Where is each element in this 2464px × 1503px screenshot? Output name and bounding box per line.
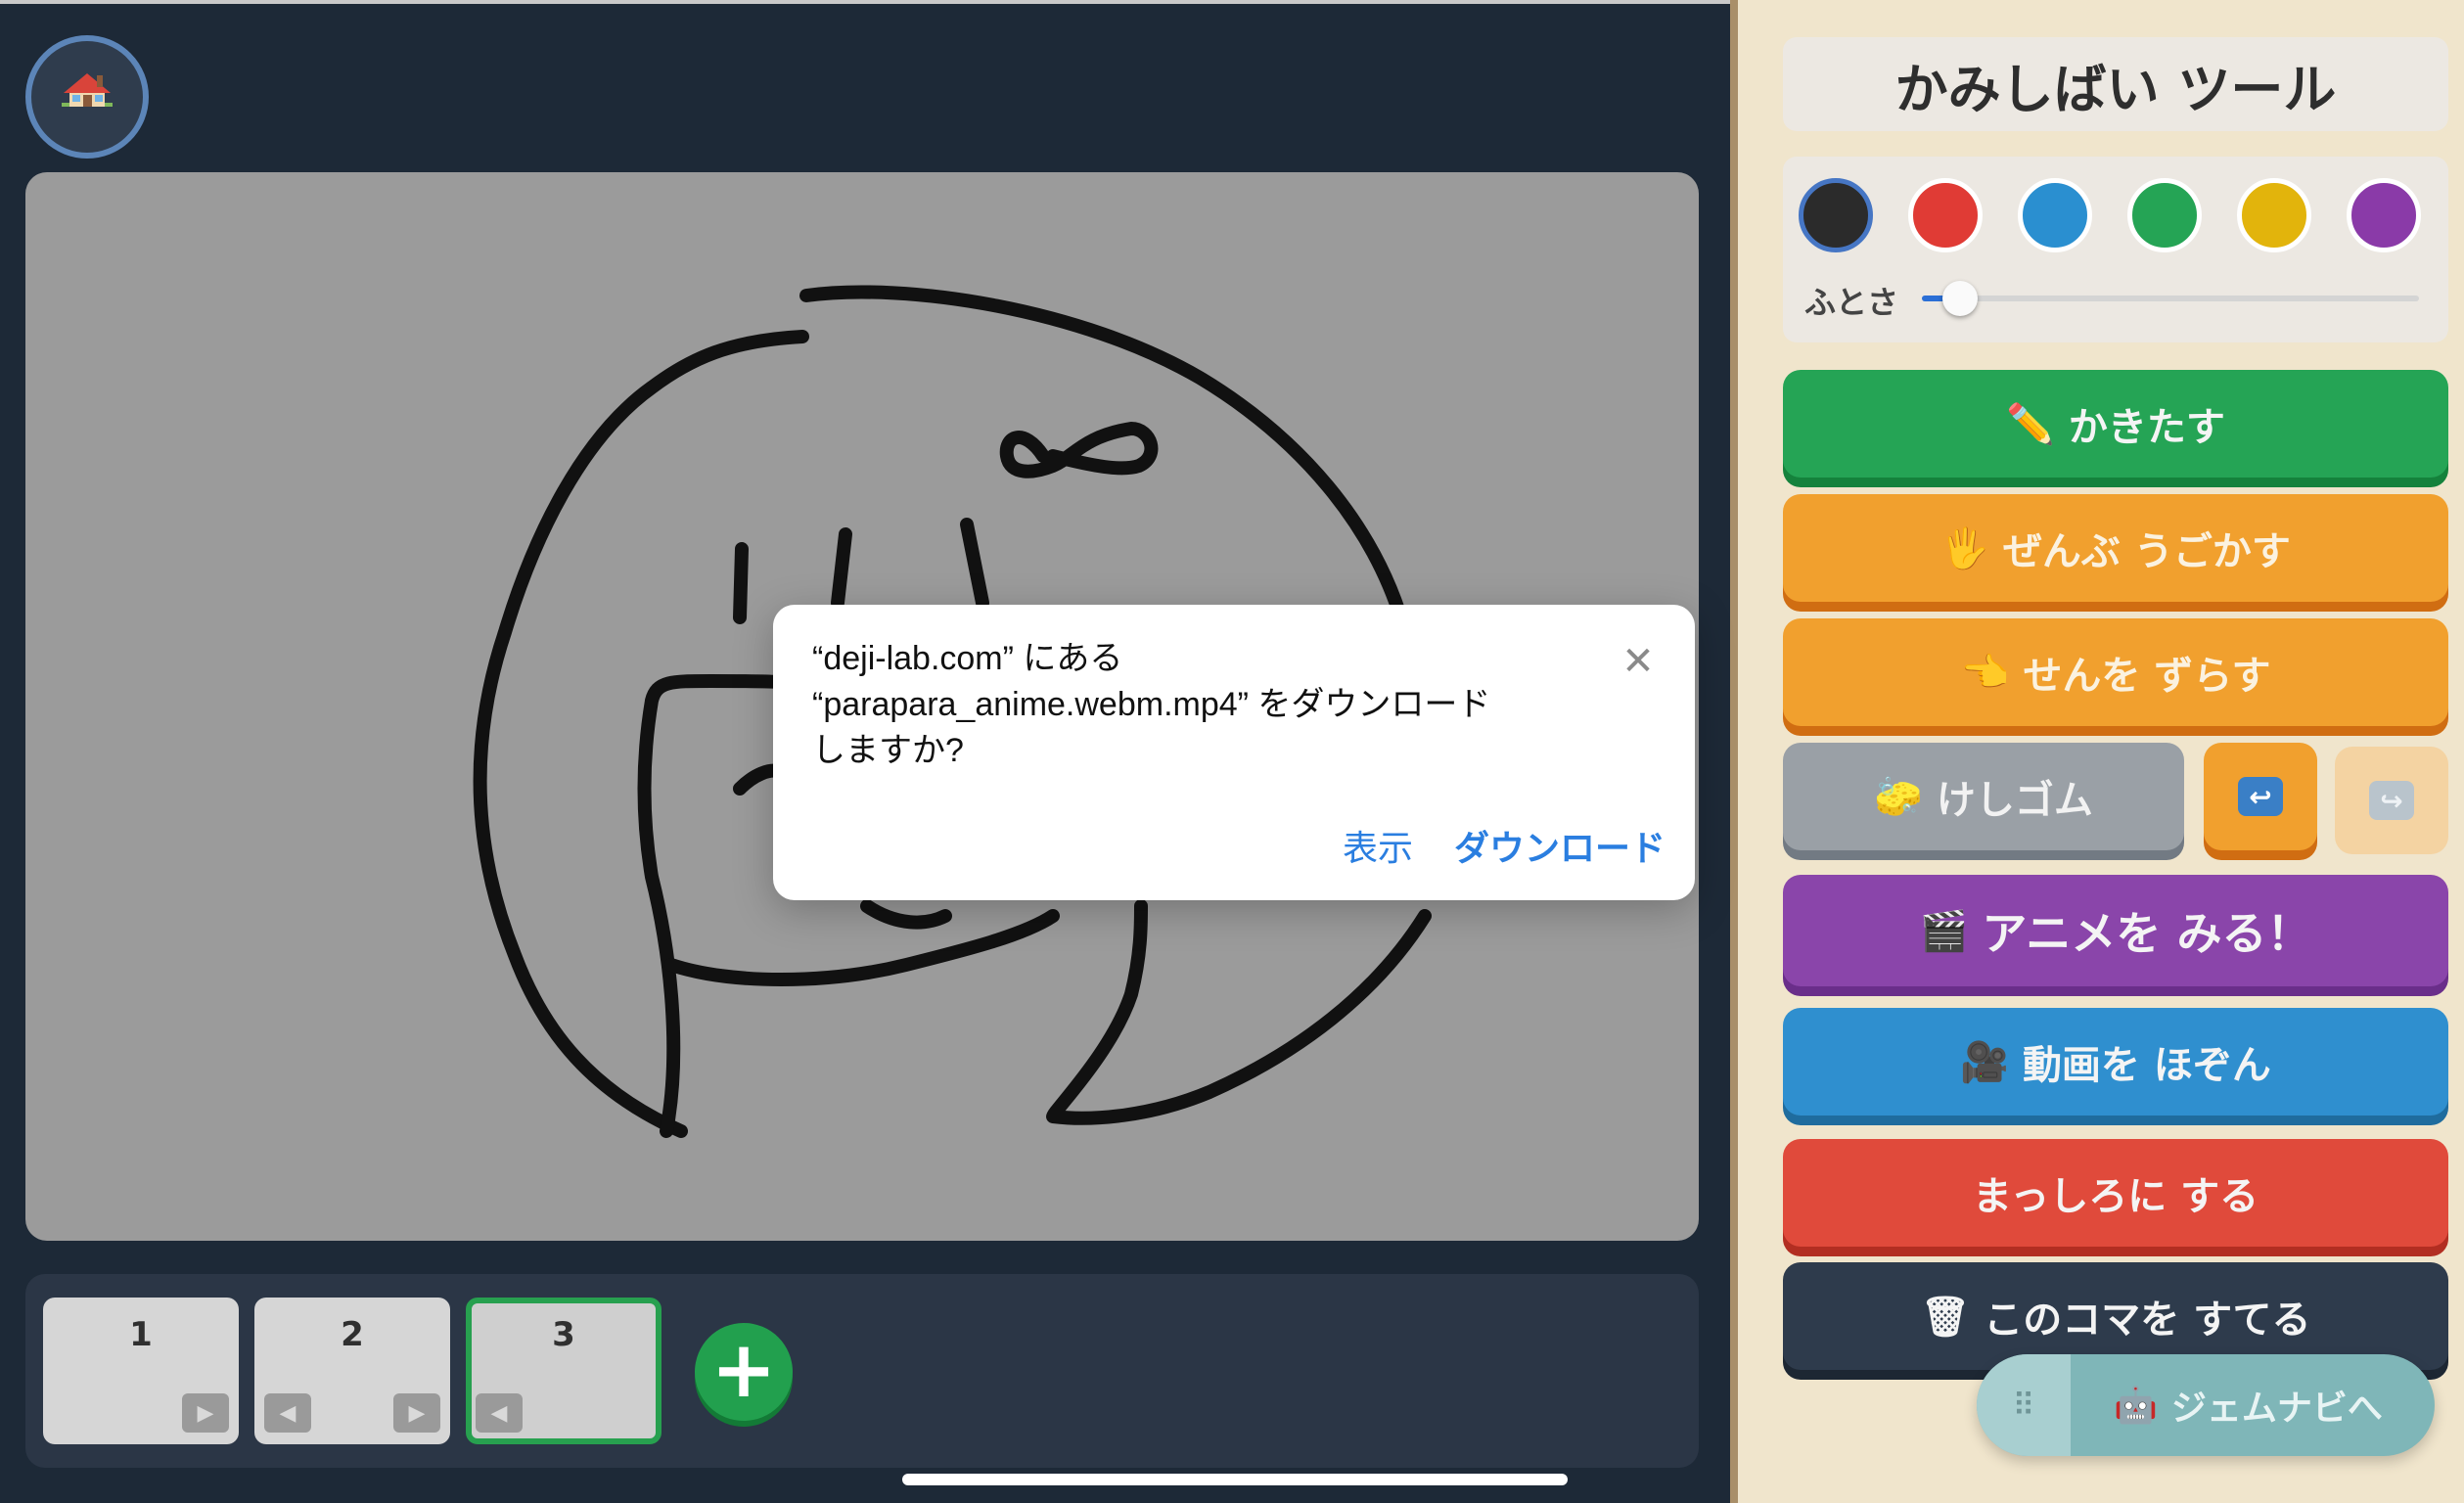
save-video-label: 動画を ほぞん: [2022, 1043, 2271, 1088]
color-swatch-blue[interactable]: [2018, 178, 2092, 252]
shift-line-button[interactable]: 👈 せんを ずらす: [1783, 618, 2448, 726]
download-message-line-3: しますか?: [812, 732, 964, 769]
watch-animation-label: アニメを みる！: [1982, 907, 2312, 960]
house-icon: [62, 73, 113, 107]
frames-panel: 1 ▶ 2 ◀ ▶ 3 ◀ +: [25, 1274, 1699, 1468]
move-frame-left-button[interactable]: ◀: [476, 1393, 523, 1433]
pencil-icon: ✏️: [2006, 401, 2055, 447]
download-button[interactable]: ダウンロード: [1454, 820, 1665, 871]
close-icon[interactable]: ✕: [1617, 639, 1660, 684]
color-swatch-yellow[interactable]: [2237, 178, 2311, 252]
add-frame-button[interactable]: +: [695, 1323, 793, 1421]
frame-number: 3: [552, 1315, 575, 1354]
color-swatch-purple[interactable]: [2347, 178, 2421, 252]
save-video-button[interactable]: 🎥 動画を ほぞん: [1783, 1008, 2448, 1116]
download-message: “deji-lab.com” にある “parapara_anime.webm.…: [812, 636, 1575, 774]
gem-navi-content: 🤖 ジェムナビへ: [2114, 1354, 2383, 1456]
clear-canvas-label: まっしろに する: [1972, 1174, 2259, 1219]
redo-icon: ↪: [2369, 781, 2414, 820]
eraser-button[interactable]: 🧽 けしゴム: [1783, 743, 2184, 850]
redo-button[interactable]: ↪: [2335, 747, 2448, 854]
frame-thumbnail-2[interactable]: 2 ◀ ▶: [254, 1298, 450, 1444]
color-swatch-green[interactable]: [2127, 178, 2202, 252]
hand-icon: 🖐: [1940, 525, 1989, 571]
video-camera-icon: 🎥: [1960, 1039, 2009, 1085]
move-all-button-label: ぜんぶ うごかす: [2002, 529, 2291, 574]
tool-panel: かみしばい ツール ふとさ ✏️ かきたす 🖐 ぜんぶ うごかす 👈 せんを ず…: [1730, 0, 2464, 1503]
home-indicator: [902, 1474, 1568, 1485]
shift-line-button-label: せんを ずらす: [2023, 654, 2271, 699]
robot-icon: 🤖: [2114, 1386, 2158, 1426]
clear-canvas-button[interactable]: まっしろに する: [1783, 1139, 2448, 1247]
move-frame-right-button[interactable]: ▶: [393, 1393, 440, 1433]
draw-button[interactable]: ✏️ かきたす: [1783, 370, 2448, 478]
watch-animation-button[interactable]: 🎬 アニメを みる！: [1783, 875, 2448, 986]
color-swatch-black[interactable]: [1799, 178, 1873, 252]
panel-title: かみしばい ツール: [1783, 37, 2448, 131]
undo-icon: ↩: [2238, 777, 2283, 816]
home-button[interactable]: [25, 35, 149, 159]
move-all-button[interactable]: 🖐 ぜんぶ うごかす: [1783, 494, 2448, 602]
trash-icon: 🗑: [1920, 1294, 1971, 1340]
download-dialog: “deji-lab.com” にある “parapara_anime.webm.…: [773, 605, 1695, 900]
thickness-label: ふとさ: [1804, 284, 1899, 321]
download-message-line-2: “parapara_anime.webm.mp4” をダウンロード: [812, 686, 1491, 723]
thickness-slider[interactable]: [1922, 281, 2419, 316]
pointing-hand-icon: 👈: [1960, 650, 2010, 696]
draw-button-label: かきたす: [2068, 405, 2225, 450]
download-message-line-1: “deji-lab.com” にある: [812, 640, 1123, 677]
view-button[interactable]: 表示: [1343, 820, 1413, 871]
frame-thumbnail-3-active[interactable]: 3 ◀: [466, 1298, 662, 1444]
frame-number: 1: [129, 1315, 153, 1354]
color-palette: ふとさ: [1783, 157, 2448, 342]
sponge-icon: 🧽: [1874, 774, 1923, 820]
gem-navi-label: ジェムナビへ: [2170, 1389, 2383, 1429]
move-frame-left-button[interactable]: ◀: [264, 1393, 311, 1433]
frame-number: 2: [341, 1315, 364, 1354]
drag-handle-icon[interactable]: ⠿: [1977, 1354, 2071, 1456]
gem-navi-button[interactable]: ⠿ 🤖 ジェムナビへ: [1977, 1354, 2435, 1456]
frame-thumbnail-1[interactable]: 1 ▶: [43, 1298, 239, 1444]
color-swatch-red[interactable]: [1908, 178, 1983, 252]
eraser-button-label: けしゴム: [1936, 778, 2093, 823]
move-frame-right-button[interactable]: ▶: [182, 1393, 229, 1433]
undo-button[interactable]: ↩: [2204, 743, 2317, 850]
clapperboard-icon: 🎬: [1919, 908, 1969, 954]
thickness-slider-knob[interactable]: [1942, 281, 1979, 316]
delete-frame-label: このコマを すてる: [1984, 1298, 2311, 1343]
